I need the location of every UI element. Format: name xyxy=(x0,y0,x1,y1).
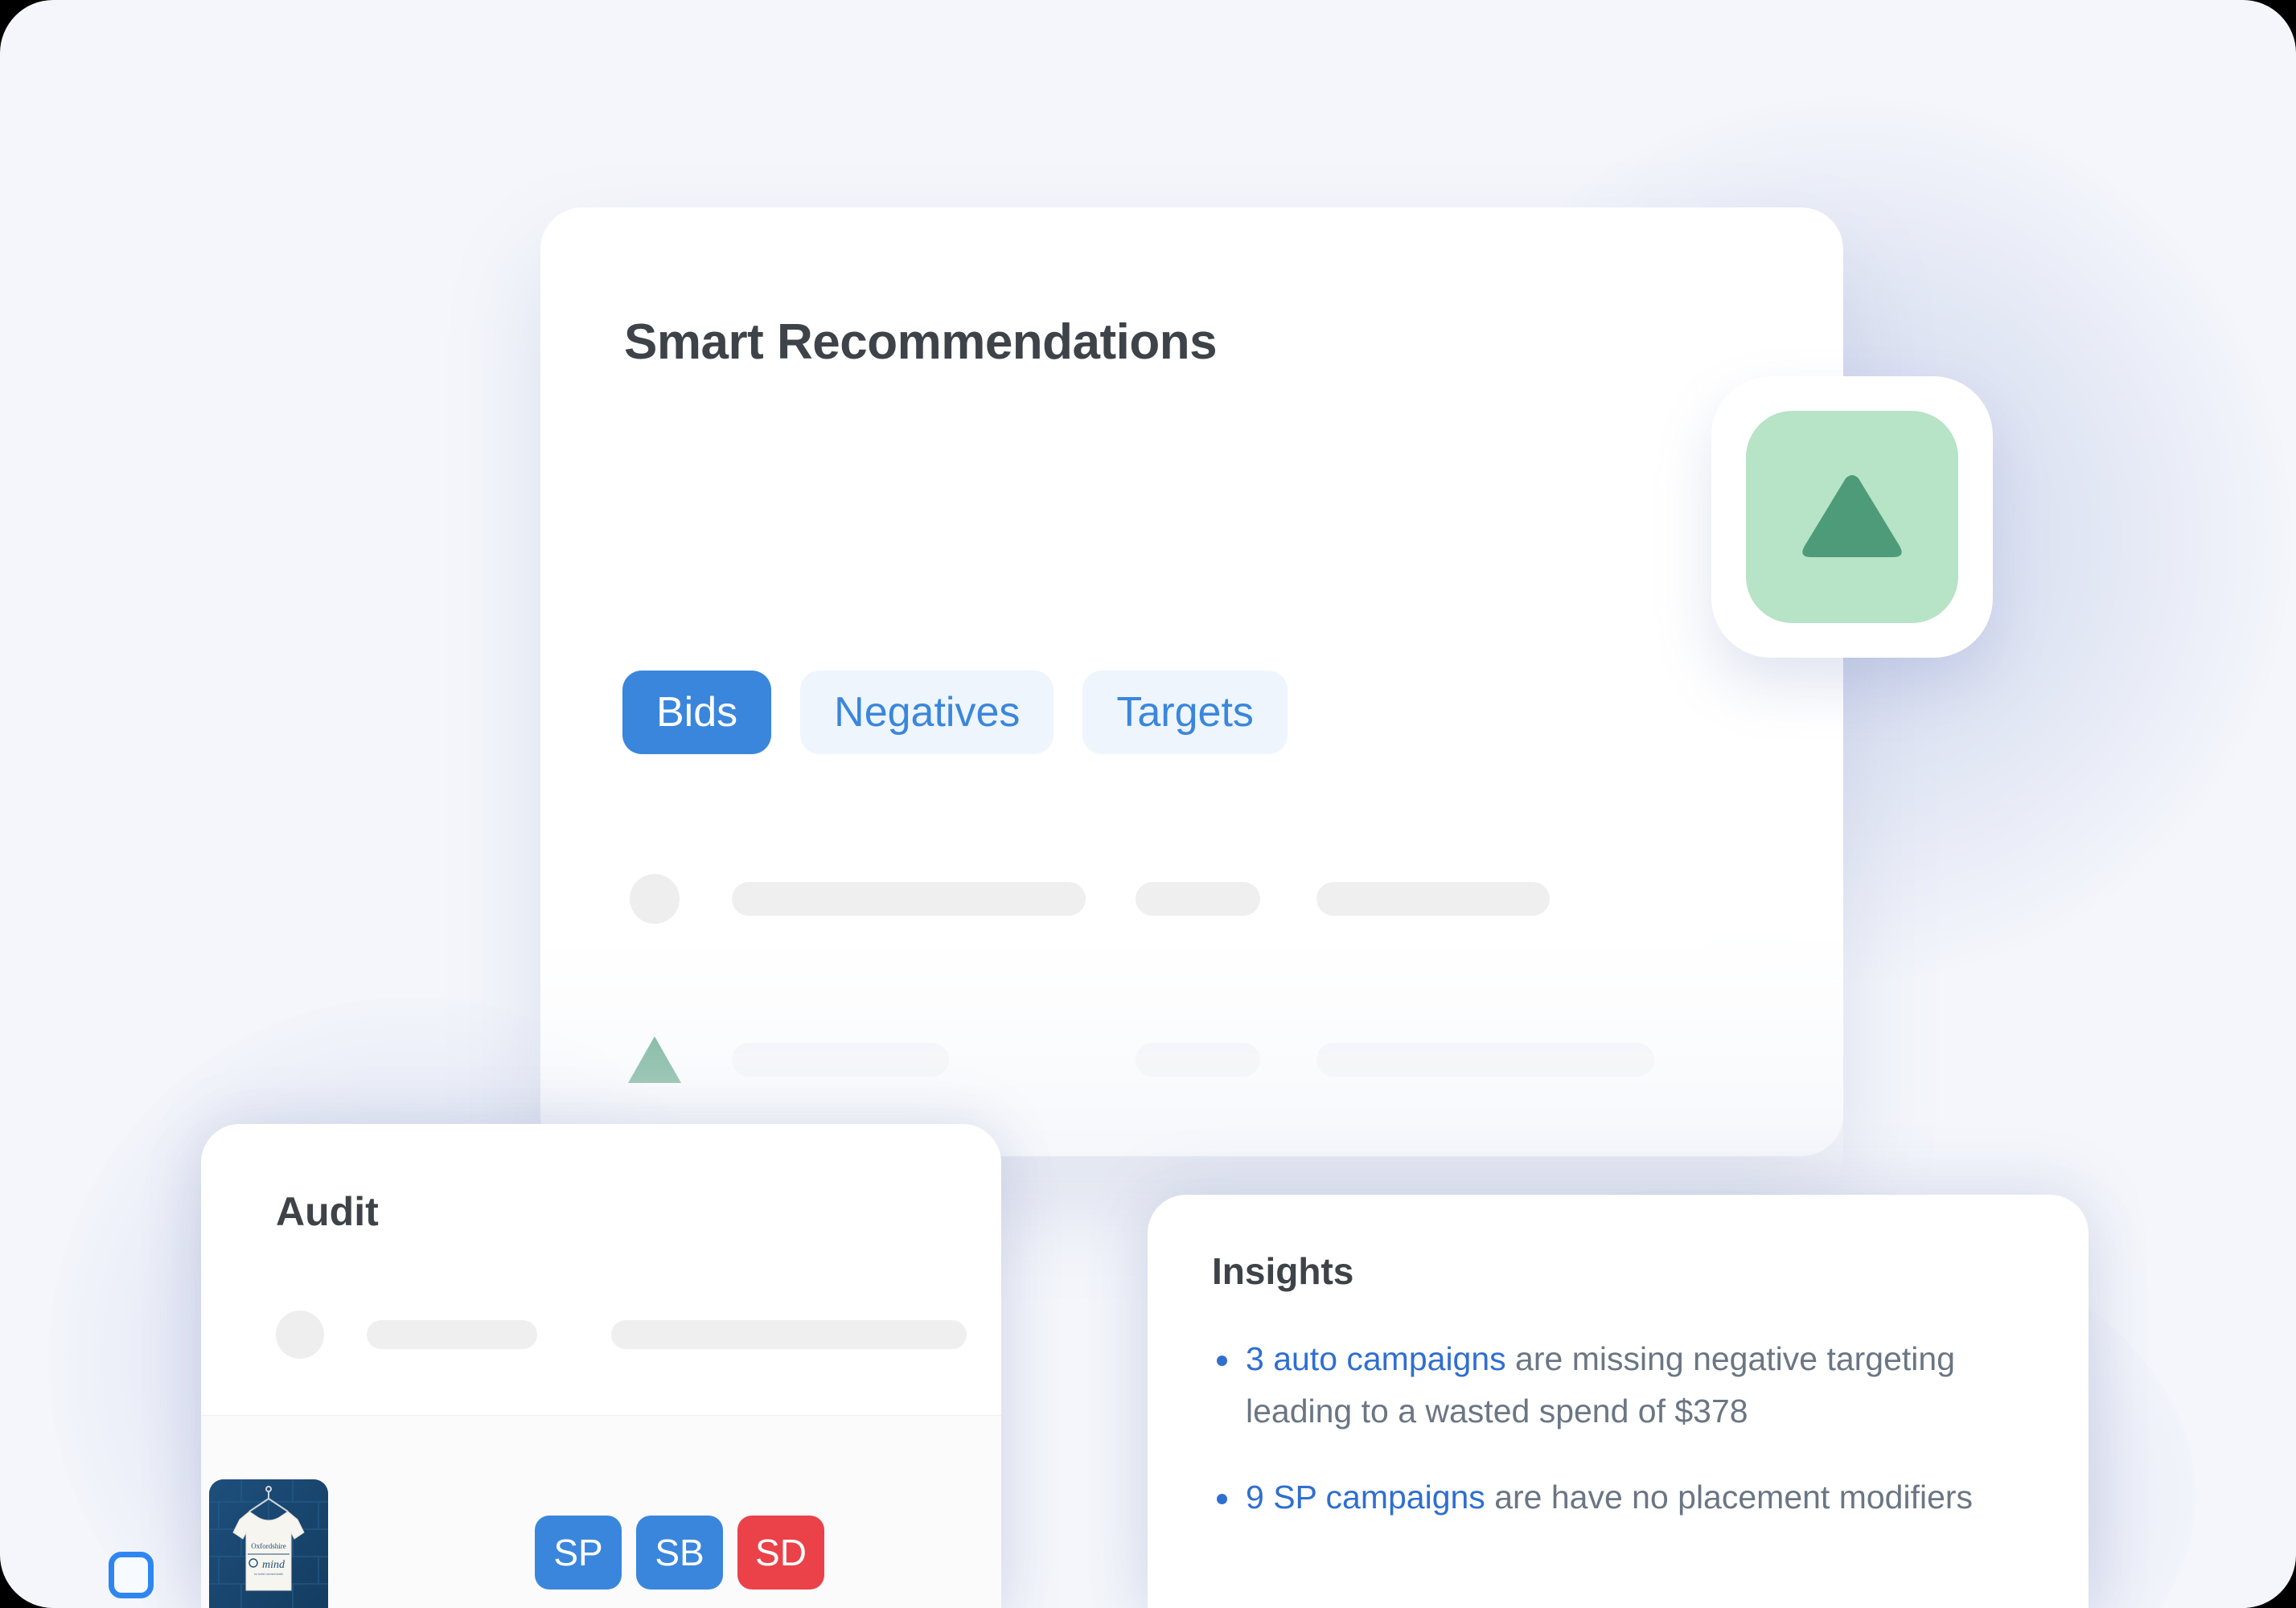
smart-recommendations-card: Smart Recommendations Bids Negatives Tar… xyxy=(540,207,1843,1551)
svg-text:for better mental health: for better mental health xyxy=(254,1573,283,1576)
insights-card-title: Insights xyxy=(1212,1250,1354,1292)
badge-sd[interactable]: SD xyxy=(737,1516,824,1590)
audit-card-title: Audit xyxy=(276,1189,379,1234)
badge-sb[interactable]: SB xyxy=(636,1516,723,1590)
row-select-checkbox[interactable] xyxy=(109,1552,154,1598)
svg-text:mind: mind xyxy=(262,1559,285,1571)
trend-up-badge-tile xyxy=(1746,411,1958,623)
svg-text:Oxfordshire: Oxfordshire xyxy=(251,1542,286,1550)
skeleton-bar xyxy=(611,1320,967,1349)
circle-placeholder-icon xyxy=(276,1311,324,1359)
page-root: Smart Recommendations Bids Negatives Tar… xyxy=(0,0,2296,1608)
insights-list: 3 auto campaigns are missing negative ta… xyxy=(1210,1333,2058,1557)
list-item: 9 SP campaigns are have no placement mod… xyxy=(1217,1471,2058,1524)
table-row[interactable] xyxy=(624,859,1814,939)
skeleton-bar xyxy=(1316,1043,1654,1077)
t-shirt-product-image: Oxfordshire mind for better mental healt… xyxy=(209,1479,328,1608)
insight-highlight[interactable]: 9 SP campaigns xyxy=(1246,1479,1485,1516)
product-thumbnail: Oxfordshire mind for better mental healt… xyxy=(209,1479,328,1608)
triangle-up-icon xyxy=(624,1029,685,1090)
campaign-type-badges: SP SB SD xyxy=(535,1516,824,1590)
skeleton-bar xyxy=(367,1320,537,1349)
table-row[interactable] xyxy=(624,1019,1814,1100)
insight-text: are have no placement modifiers xyxy=(1485,1479,1974,1516)
skeleton-bar xyxy=(732,1043,949,1077)
skeleton-bar xyxy=(1316,882,1550,916)
insights-card: Insights 3 auto campaigns are missing ne… xyxy=(1148,1195,2089,1608)
circle-placeholder-icon xyxy=(624,868,685,929)
trend-up-badge xyxy=(1711,376,1993,658)
audit-skeleton-row xyxy=(276,1311,967,1359)
list-item: 3 auto campaigns are missing negative ta… xyxy=(1217,1333,2058,1438)
recommendation-rows xyxy=(540,207,1843,1551)
insight-highlight[interactable]: 3 auto campaigns xyxy=(1246,1340,1506,1377)
skeleton-bar xyxy=(1136,882,1260,916)
triangle-up-icon xyxy=(1802,475,1902,557)
badge-sp[interactable]: SP xyxy=(535,1516,622,1590)
skeleton-bar xyxy=(732,882,1086,916)
skeleton-bar xyxy=(1136,1043,1260,1077)
